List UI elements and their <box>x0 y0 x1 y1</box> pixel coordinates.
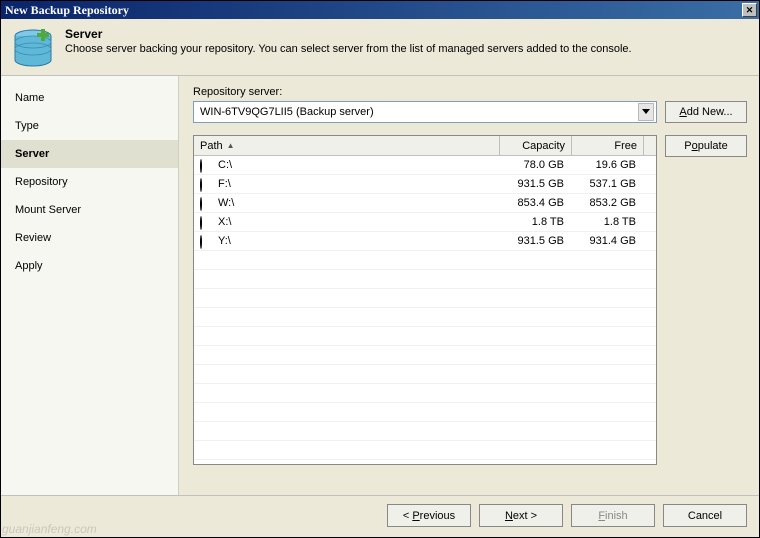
finish-button: Finish <box>571 504 655 527</box>
sidebar-item-type[interactable]: Type <box>1 112 178 140</box>
path-text: W:\ <box>218 197 234 209</box>
cell-path: F:\ <box>194 178 500 190</box>
wizard-header: Server Choose server backing your reposi… <box>1 19 759 76</box>
table-row-empty <box>194 384 656 403</box>
previous-button[interactable]: < Previous <box>387 504 471 527</box>
table-row[interactable]: Y:\ 931.5 GB931.4 GB <box>194 232 656 251</box>
wizard-header-text: Server Choose server backing your reposi… <box>65 27 632 55</box>
wizard-footer: < Previous Next > Finish Cancel <box>1 495 759 537</box>
cancel-label: Cancel <box>688 510 722 522</box>
table-row-empty <box>194 327 656 346</box>
repository-server-value: WIN-6TV9QG7LII5 (Backup server) <box>200 106 374 118</box>
disk-icon <box>200 179 214 189</box>
wizard-body: NameTypeServerRepositoryMount ServerRevi… <box>1 76 759 495</box>
repository-server-select[interactable]: WIN-6TV9QG7LII5 (Backup server) <box>193 101 657 123</box>
cell-path: X:\ <box>194 216 500 228</box>
repository-server-label: Repository server: <box>193 86 747 98</box>
table-row-empty <box>194 270 656 289</box>
sidebar-item-apply[interactable]: Apply <box>1 252 178 280</box>
table-row-empty <box>194 346 656 365</box>
cell-path: Y:\ <box>194 235 500 247</box>
table-header-row: Path ▲ Capacity Free <box>194 136 656 156</box>
cell-capacity: 1.8 TB <box>500 216 572 228</box>
path-text: X:\ <box>218 216 231 228</box>
cell-path: C:\ <box>194 159 500 171</box>
cell-free: 537.1 GB <box>572 178 644 190</box>
table-row-empty <box>194 403 656 422</box>
cell-capacity: 853.4 GB <box>500 197 572 209</box>
wizard-main-panel: Repository server: WIN-6TV9QG7LII5 (Back… <box>179 76 759 495</box>
sidebar-item-mount-server[interactable]: Mount Server <box>1 196 178 224</box>
add-new-label: dd New... <box>687 106 733 118</box>
sidebar-item-repository[interactable]: Repository <box>1 168 178 196</box>
chevron-down-icon[interactable] <box>638 103 654 121</box>
table-row-empty <box>194 251 656 270</box>
cell-free: 19.6 GB <box>572 159 644 171</box>
next-button[interactable]: Next > <box>479 504 563 527</box>
paths-table: Path ▲ Capacity Free C:\ 78.0 GB19.6 GB F:… <box>193 135 657 465</box>
column-header-capacity[interactable]: Capacity <box>500 136 572 155</box>
table-row-empty <box>194 365 656 384</box>
disk-icon <box>200 217 214 227</box>
sidebar-item-server[interactable]: Server <box>1 140 178 168</box>
cancel-button[interactable]: Cancel <box>663 504 747 527</box>
table-row-empty <box>194 289 656 308</box>
column-header-path[interactable]: Path ▲ <box>194 136 500 155</box>
titlebar[interactable]: New Backup Repository ✕ <box>1 1 759 19</box>
add-new-button[interactable]: Add New... <box>665 101 747 123</box>
table-row[interactable]: W:\ 853.4 GB853.2 GB <box>194 194 656 213</box>
table-row[interactable]: F:\ 931.5 GB537.1 GB <box>194 175 656 194</box>
close-icon: ✕ <box>746 5 754 15</box>
column-header-path-label: Path <box>200 140 223 152</box>
cell-capacity: 931.5 GB <box>500 235 572 247</box>
table-body[interactable]: C:\78.0 GB19.6 GBF:\931.5 GB537.1 GBW:\8… <box>194 156 656 464</box>
paths-section: Path ▲ Capacity Free C:\ 78.0 GB19.6 GB F:… <box>193 135 747 489</box>
sidebar-item-review[interactable]: Review <box>1 224 178 252</box>
path-text: Y:\ <box>218 235 231 247</box>
disk-icon <box>200 198 214 208</box>
table-row-empty <box>194 441 656 460</box>
page-description: Choose server backing your repository. Y… <box>65 43 632 55</box>
repository-server-row: WIN-6TV9QG7LII5 (Backup server) Add New.… <box>193 101 747 123</box>
repository-icon <box>11 27 55 69</box>
cell-capacity: 78.0 GB <box>500 159 572 171</box>
column-header-spacer <box>644 136 656 155</box>
column-header-free-label: Free <box>614 140 637 152</box>
table-row[interactable]: C:\ 78.0 GB19.6 GB <box>194 156 656 175</box>
disk-icon <box>200 236 214 246</box>
table-row-empty <box>194 460 656 464</box>
path-text: C:\ <box>218 159 232 171</box>
cell-free: 931.4 GB <box>572 235 644 247</box>
column-header-free[interactable]: Free <box>572 136 644 155</box>
cell-capacity: 931.5 GB <box>500 178 572 190</box>
close-button[interactable]: ✕ <box>742 3 757 17</box>
wizard-steps-sidebar: NameTypeServerRepositoryMount ServerRevi… <box>1 76 179 495</box>
disk-icon <box>200 160 214 170</box>
cell-free: 853.2 GB <box>572 197 644 209</box>
path-text: F:\ <box>218 178 231 190</box>
column-header-capacity-label: Capacity <box>522 140 565 152</box>
wizard-window: New Backup Repository ✕ Server Choose se… <box>0 0 760 538</box>
window-title: New Backup Repository <box>5 3 129 18</box>
page-title: Server <box>65 27 632 41</box>
table-row-empty <box>194 422 656 441</box>
table-row[interactable]: X:\ 1.8 TB1.8 TB <box>194 213 656 232</box>
cell-free: 1.8 TB <box>572 216 644 228</box>
cell-path: W:\ <box>194 197 500 209</box>
sidebar-item-name[interactable]: Name <box>1 84 178 112</box>
populate-button[interactable]: Populate <box>665 135 747 157</box>
sort-asc-icon: ▲ <box>227 141 235 150</box>
table-row-empty <box>194 308 656 327</box>
